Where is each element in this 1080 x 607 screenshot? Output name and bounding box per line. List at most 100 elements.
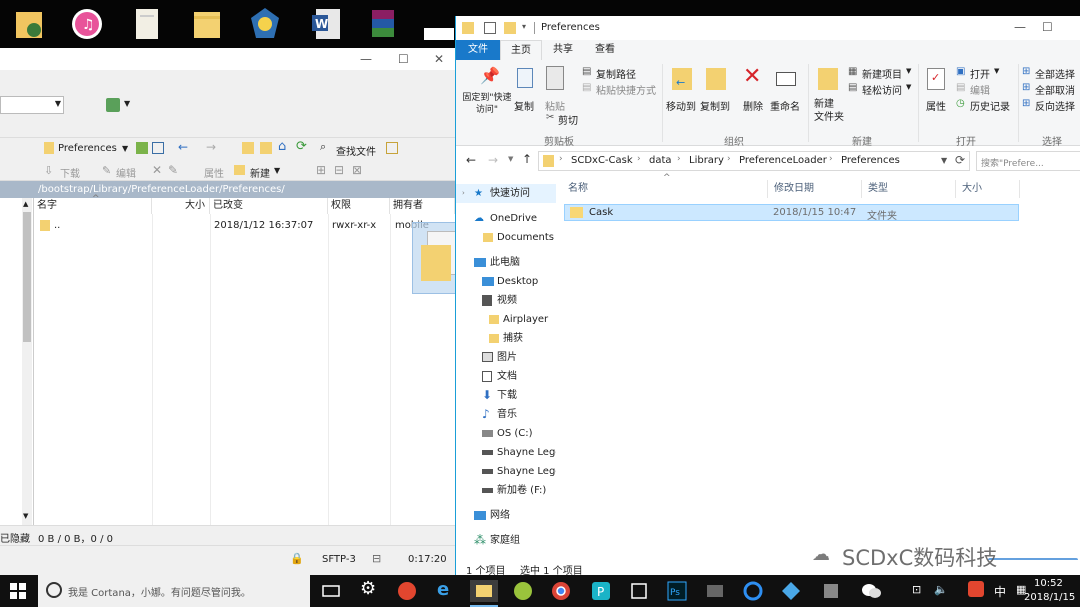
nav-item-music[interactable]: ♪ 音乐 xyxy=(456,405,556,424)
refresh-icon[interactable]: ⟳ xyxy=(955,153,965,167)
nav-item-airplayer[interactable]: Airplayer xyxy=(456,310,556,329)
clock-date[interactable]: 2018/1/15 xyxy=(1024,592,1075,603)
rename-icon[interactable]: ✎ xyxy=(168,163,178,177)
user-folder-icon[interactable] xyxy=(12,6,46,42)
back-arrow-icon[interactable]: ← xyxy=(466,153,476,167)
tab-view[interactable]: 查看 xyxy=(584,40,626,60)
app-badge-icon[interactable] xyxy=(248,6,282,42)
tab-home[interactable]: 主页 xyxy=(500,40,542,60)
tree-icon[interactable] xyxy=(152,142,164,154)
app-icon[interactable] xyxy=(704,580,726,602)
nav-item-capture[interactable]: 捕获 xyxy=(456,329,556,348)
app-icon[interactable] xyxy=(780,580,802,602)
tab-file[interactable]: 文件 xyxy=(456,40,500,60)
weibo-icon[interactable] xyxy=(396,580,418,602)
new-button[interactable]: 新建 xyxy=(250,165,270,180)
breadcrumb-segment[interactable]: Library xyxy=(689,155,724,166)
column-header-name[interactable]: 名称 xyxy=(562,180,768,198)
app-icon[interactable] xyxy=(820,580,842,602)
scrollbar-thumb[interactable] xyxy=(23,212,31,342)
forward-arrow-icon[interactable]: → xyxy=(206,140,216,154)
table-row[interactable]: .. 2018/1/12 16:37:07 rwxr-xr-x mobile xyxy=(34,218,455,234)
column-header-modified[interactable]: 修改日期 xyxy=(768,180,862,198)
photoshop-icon[interactable]: Ps xyxy=(666,580,688,602)
sync-browse-icon[interactable] xyxy=(386,142,398,154)
nav-item-quick-access[interactable]: › ★ 快速访问 xyxy=(456,184,556,203)
scrollbar[interactable]: ▲ ▼ xyxy=(22,198,32,525)
breadcrumb-segment[interactable]: PreferenceLoader xyxy=(739,155,827,166)
breadcrumb-segment[interactable]: data xyxy=(649,155,672,166)
maximize-button[interactable]: ☐ xyxy=(398,52,409,66)
breadcrumb[interactable]: › SCDxC-Cask › data › Library › Preferen… xyxy=(538,151,970,171)
home-icon[interactable]: ⌂ xyxy=(278,139,286,154)
new-folder-quick-icon[interactable] xyxy=(504,22,516,34)
nav-item-drive-f[interactable]: 新加卷 (F:) xyxy=(456,481,556,500)
start-button[interactable] xyxy=(10,583,26,599)
breadcrumb-segment[interactable]: SCDxC-Cask xyxy=(571,155,633,166)
column-header-size[interactable]: 大小 xyxy=(152,198,210,214)
root-dir-icon[interactable] xyxy=(260,142,272,154)
nav-item-pictures[interactable]: 图片 xyxy=(456,348,556,367)
search-input[interactable]: 搜索"Prefere... xyxy=(976,151,1080,171)
properties-button[interactable]: 属性 xyxy=(204,165,224,180)
minimize-button[interactable]: — xyxy=(360,52,372,66)
scroll-up-icon[interactable]: ▲ xyxy=(23,200,28,208)
move-to-button[interactable]: ← 移动到 xyxy=(666,62,698,118)
scroll-down-icon[interactable]: ▼ xyxy=(23,512,28,520)
settings-gear-icon[interactable]: ⚙ xyxy=(358,578,380,602)
copy-to-button[interactable]: 复制到 xyxy=(700,62,732,118)
properties-quick-icon[interactable] xyxy=(484,22,496,34)
nav-item-homegroup[interactable]: ⁂ 家庭组 xyxy=(456,531,556,550)
app-icon[interactable] xyxy=(628,580,650,602)
customize-quick-access-icon[interactable]: ▾ xyxy=(522,22,526,31)
edge-icon[interactable]: e xyxy=(434,579,456,602)
up-arrow-icon[interactable]: ↑ xyxy=(522,152,532,166)
pin-to-quick-access-button[interactable]: 📌 固定到"快速访问" xyxy=(462,62,512,118)
select-all-icon[interactable]: ⊠ xyxy=(352,163,362,177)
app-icon[interactable] xyxy=(742,580,764,602)
word-doc-icon[interactable]: W xyxy=(310,6,344,42)
winrar-icon[interactable] xyxy=(366,6,400,42)
minimize-button[interactable]: — xyxy=(1014,20,1026,34)
file-icon[interactable] xyxy=(130,6,164,42)
plus-icon[interactable]: ⊞ xyxy=(316,163,326,177)
itunes-icon[interactable]: ♫ xyxy=(70,6,104,42)
nav-item-desktop[interactable]: Desktop xyxy=(456,272,556,291)
volume-icon[interactable]: 🔈 xyxy=(934,583,948,596)
nav-item-drive-d[interactable]: Shayne Lego xyxy=(456,443,556,462)
back-arrow-icon[interactable]: ← xyxy=(178,140,188,154)
download-button[interactable]: 下载 xyxy=(60,165,80,180)
folder-icon[interactable] xyxy=(190,6,224,42)
chrome-icon[interactable] xyxy=(550,580,572,602)
table-row[interactable]: Cask 2018/1/15 10:47 文件夹 xyxy=(564,204,1019,222)
desktop-item-icon[interactable] xyxy=(424,28,454,40)
nav-item-downloads[interactable]: ⬇ 下载 xyxy=(456,386,556,405)
location-dropdown[interactable]: Preferences xyxy=(58,143,117,154)
remote-file-list[interactable]: 名字 ^ 大小 已改变 权限 拥有者 .. 2018/1/12 16:37:07… xyxy=(34,194,455,525)
column-header-rights[interactable]: 权限 xyxy=(328,198,390,214)
tray-icon[interactable]: ⊡ xyxy=(912,583,921,596)
nav-item-onedrive[interactable]: ☁ OneDrive xyxy=(456,209,556,228)
maximize-button[interactable]: ☐ xyxy=(1042,20,1053,34)
app-p-icon[interactable]: P xyxy=(590,580,612,602)
preferences-icon[interactable] xyxy=(106,98,120,112)
column-header-changed[interactable]: 已改变 xyxy=(210,198,328,214)
local-pane[interactable]: ▲ ▼ xyxy=(0,198,34,525)
nav-item-documents[interactable]: Documents xyxy=(456,228,556,247)
close-button[interactable]: ✕ xyxy=(434,52,444,66)
column-header-owner[interactable]: 拥有者 xyxy=(390,198,455,214)
task-view-icon[interactable] xyxy=(320,580,342,602)
app-icon[interactable] xyxy=(512,580,534,602)
rename-button[interactable]: 重命名 xyxy=(770,62,802,118)
nav-item-documents-lib[interactable]: 文档 xyxy=(456,367,556,386)
sogou-icon[interactable] xyxy=(968,581,984,597)
edit-button[interactable]: 编辑 xyxy=(116,165,136,180)
nav-item-network[interactable]: 网络 xyxy=(456,506,556,525)
nav-item-videos[interactable]: 视频 xyxy=(456,291,556,310)
new-folder-button[interactable]: 新建 文件夹 xyxy=(812,62,844,128)
delete-icon[interactable]: ✕ xyxy=(152,163,162,177)
file-list[interactable]: ^ 名称 修改日期 类型 大小 Cask 2018/1/15 10:47 文件夹… xyxy=(556,173,1080,578)
forward-arrow-icon[interactable]: → xyxy=(488,153,498,167)
refresh-icon[interactable]: ⟳ xyxy=(296,139,307,154)
tab-share[interactable]: 共享 xyxy=(542,40,584,60)
